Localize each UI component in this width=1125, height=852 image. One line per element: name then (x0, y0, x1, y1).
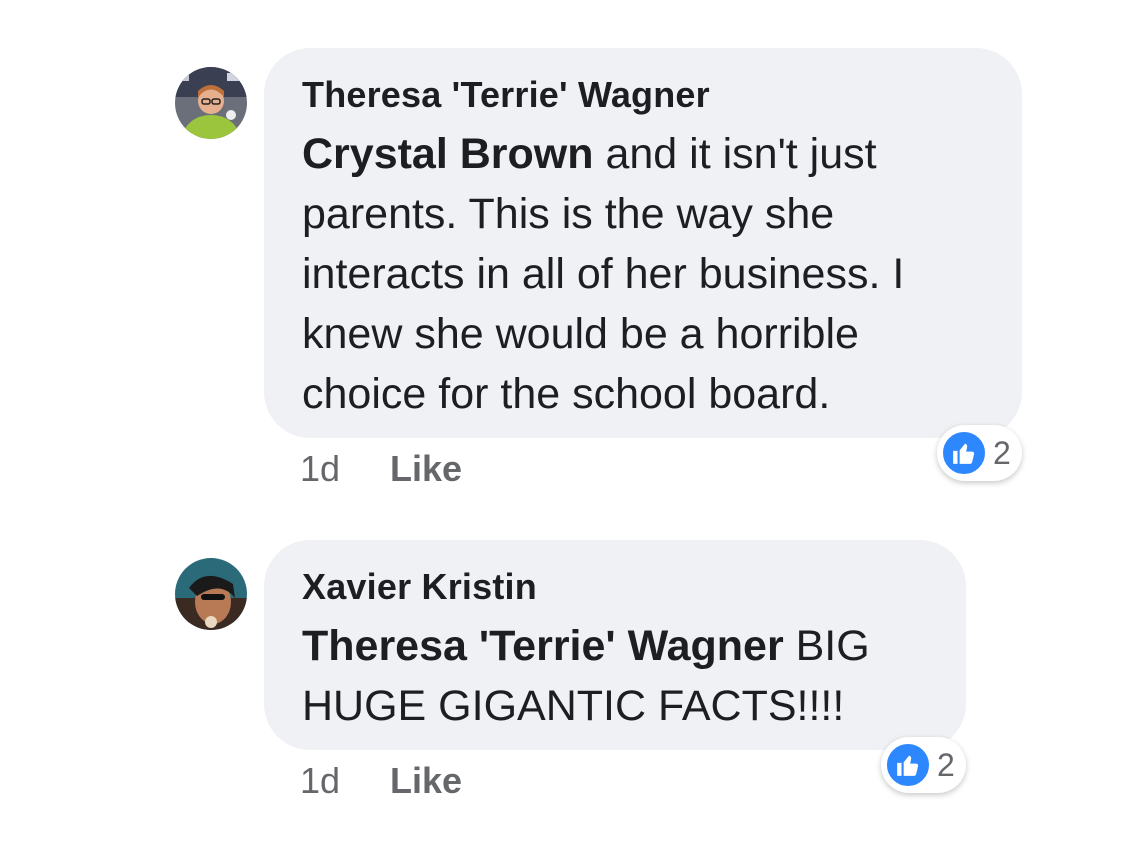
mention-link[interactable]: Crystal Brown (302, 130, 594, 178)
comment-author[interactable]: Theresa 'Terrie' Wagner (302, 72, 984, 118)
comment-bubble: Xavier Kristin Theresa 'Terrie' Wagner B… (264, 540, 966, 750)
reaction-count: 2 (937, 746, 955, 783)
comment-actions: 1d Like (300, 448, 462, 490)
reaction-summary[interactable]: 2 (937, 425, 1022, 481)
like-button[interactable]: Like (390, 448, 462, 490)
thumbs-up-icon (885, 742, 931, 788)
comment-timestamp[interactable]: 1d (300, 760, 340, 802)
comment-actions: 1d Like (300, 760, 462, 802)
comment-text: Theresa 'Terrie' Wagner BIG HUGE GIGANTI… (302, 616, 928, 736)
comment-timestamp[interactable]: 1d (300, 448, 340, 490)
comment-text: Crystal Brown and it isn't just parents.… (302, 124, 984, 424)
thumbs-up-icon (941, 430, 987, 476)
avatar[interactable] (175, 558, 247, 630)
reaction-summary[interactable]: 2 (881, 737, 966, 793)
avatar[interactable] (175, 67, 247, 139)
reaction-count: 2 (993, 434, 1011, 471)
comment-author[interactable]: Xavier Kristin (302, 564, 928, 610)
comment-bubble: Theresa 'Terrie' Wagner Crystal Brown an… (264, 48, 1022, 438)
like-button[interactable]: Like (390, 760, 462, 802)
mention-link[interactable]: Theresa 'Terrie' Wagner (302, 622, 784, 670)
